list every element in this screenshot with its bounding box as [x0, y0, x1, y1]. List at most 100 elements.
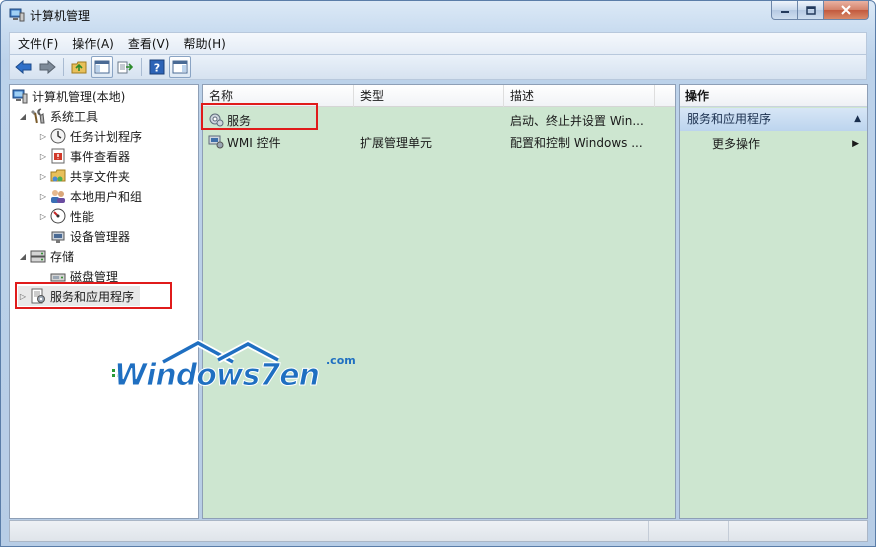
up-folder-icon: [71, 61, 87, 74]
collapse-triangle-icon[interactable]: ▲: [854, 108, 861, 131]
show-hide-tree-icon: [94, 60, 110, 74]
computer-management-icon: [12, 88, 28, 104]
help-button[interactable]: ?: [146, 56, 168, 78]
up-one-level-button[interactable]: [68, 56, 90, 78]
toolbar-separator: [141, 58, 142, 76]
back-arrow-icon: [15, 60, 32, 74]
svg-text:?: ?: [154, 62, 160, 75]
status-segment: [728, 521, 868, 541]
maximize-icon: [805, 5, 816, 15]
title-bar: 计算机管理: [1, 1, 875, 29]
console-tree-pane: 计算机管理(本地) ◢ 系统工具 ▷ 任务计划程序 ▷ 事件查看器 ▷ 共享文件…: [9, 84, 199, 519]
tree-item-event-viewer[interactable]: ▷ 事件查看器: [38, 146, 130, 166]
list-cell-type: 扩展管理单元: [360, 136, 433, 150]
menu-bar: 文件(F) 操作(A) 查看(V) 帮助(H): [9, 32, 867, 54]
wmi-control-icon: [208, 133, 224, 152]
column-header-description[interactable]: 描述: [504, 85, 655, 107]
list-cell-description: 启动、终止并设置 Win...: [510, 114, 644, 128]
show-hide-action-pane-icon: [172, 60, 188, 74]
tree-item-device-manager[interactable]: 设备管理器: [48, 226, 130, 246]
list-header: 名称 类型 描述: [203, 85, 675, 107]
minimize-icon: [780, 11, 789, 13]
tree-label: 设备管理器: [70, 229, 131, 244]
more-actions-item[interactable]: 更多操作 ▶: [680, 133, 867, 155]
task-scheduler-icon: [50, 128, 66, 144]
tree-label: 本地用户和组: [70, 189, 143, 204]
show-hide-action-pane-button[interactable]: [169, 56, 191, 78]
expand-arrow-icon[interactable]: ▷: [38, 152, 48, 161]
tree-label: 服务和应用程序: [50, 289, 135, 304]
tree-label: 任务计划程序: [70, 129, 143, 144]
collapse-arrow-icon[interactable]: ◢: [18, 112, 28, 121]
menu-view[interactable]: 查看(V): [128, 35, 170, 52]
watermark-text: Windows7en: [114, 358, 321, 394]
shared-folder-icon: [50, 168, 66, 184]
status-bar: [9, 520, 868, 542]
watermark-logo: Windows7en .com: [108, 339, 363, 395]
toolbar-separator: [63, 58, 64, 76]
menu-action[interactable]: 操作(A): [72, 35, 114, 52]
expand-arrow-icon[interactable]: ▷: [38, 132, 48, 141]
actions-title: 操作: [680, 85, 867, 107]
watermark-suffix: .com: [326, 354, 356, 367]
actions-pane: 操作 服务和应用程序 ▲ 更多操作 ▶: [679, 84, 868, 519]
tree-label: 计算机管理(本地): [32, 89, 126, 104]
services-icon: [208, 111, 224, 130]
back-button[interactable]: [13, 56, 35, 78]
tree-label: 性能: [70, 209, 95, 224]
tree-label: 共享文件夹: [70, 169, 131, 184]
list-row-wmi-control[interactable]: WMI 控件 扩展管理单元 配置和控制 Windows ...: [203, 132, 675, 152]
device-manager-icon: [50, 228, 66, 244]
more-actions-label: 更多操作: [712, 137, 761, 151]
close-icon: [841, 5, 851, 15]
services-and-applications-icon: [30, 288, 46, 304]
export-list-button[interactable]: [114, 56, 136, 78]
tree-item-shared-folders[interactable]: ▷ 共享文件夹: [38, 166, 130, 186]
list-cell-name: WMI 控件: [227, 136, 281, 150]
forward-button[interactable]: [36, 56, 58, 78]
tree-item-performance[interactable]: ▷ 性能: [38, 206, 94, 226]
system-tools-icon: [30, 108, 46, 124]
tree-label: 存储: [50, 249, 75, 264]
tree-item-task-scheduler[interactable]: ▷ 任务计划程序: [38, 126, 142, 146]
tree-label: 磁盘管理: [70, 269, 119, 284]
help-icon: ?: [149, 59, 165, 75]
expand-arrow-icon[interactable]: ▷: [38, 192, 48, 201]
users-group-icon: [50, 188, 66, 204]
expand-arrow-icon[interactable]: ▷: [38, 212, 48, 221]
expand-arrow-icon[interactable]: ▷: [18, 292, 28, 301]
tree-item-storage[interactable]: ◢ 存储: [18, 246, 74, 266]
disk-management-icon: [50, 268, 66, 284]
tree-item-services-and-applications[interactable]: ▷ 服务和应用程序: [18, 286, 141, 306]
caption-buttons: [771, 1, 869, 20]
status-segment: [648, 521, 728, 541]
collapse-arrow-icon[interactable]: ◢: [18, 252, 28, 261]
menu-file[interactable]: 文件(F): [18, 35, 58, 52]
list-cell-description: 配置和控制 Windows ...: [510, 136, 643, 150]
tree-item-root[interactable]: 计算机管理(本地): [12, 86, 125, 106]
show-hide-tree-button[interactable]: [91, 56, 113, 78]
computer-management-window: 计算机管理 文件(F) 操作(A) 查看(V) 帮助(H) ? 计算机管理(本地…: [0, 0, 876, 547]
tree-label: 系统工具: [50, 109, 99, 124]
column-header-type[interactable]: 类型: [354, 85, 504, 107]
menu-help[interactable]: 帮助(H): [183, 35, 225, 52]
event-viewer-icon: [50, 148, 66, 164]
tree-item-disk-management[interactable]: 磁盘管理: [48, 266, 118, 286]
result-list-pane: 名称 类型 描述 服务 启动、终止并设置 Win... WMI 控件 扩展管理单…: [202, 84, 676, 519]
column-header-name[interactable]: 名称: [203, 85, 354, 107]
window-title: 计算机管理: [30, 9, 91, 23]
storage-icon: [30, 248, 46, 264]
tree-item-system-tools[interactable]: ◢ 系统工具: [18, 106, 98, 126]
submenu-arrow-icon: ▶: [852, 139, 859, 149]
close-button[interactable]: [824, 1, 869, 20]
list-row-services[interactable]: 服务 启动、终止并设置 Win...: [203, 110, 675, 130]
actions-section-header[interactable]: 服务和应用程序 ▲: [680, 108, 867, 131]
maximize-button[interactable]: [798, 1, 824, 20]
actions-section-label: 服务和应用程序: [687, 112, 772, 126]
forward-arrow-icon: [39, 60, 56, 74]
tree-item-local-users[interactable]: ▷ 本地用户和组: [38, 186, 142, 206]
computer-management-icon: [9, 8, 25, 22]
tree-label: 事件查看器: [70, 149, 131, 164]
expand-arrow-icon[interactable]: ▷: [38, 172, 48, 181]
minimize-button[interactable]: [771, 1, 798, 20]
